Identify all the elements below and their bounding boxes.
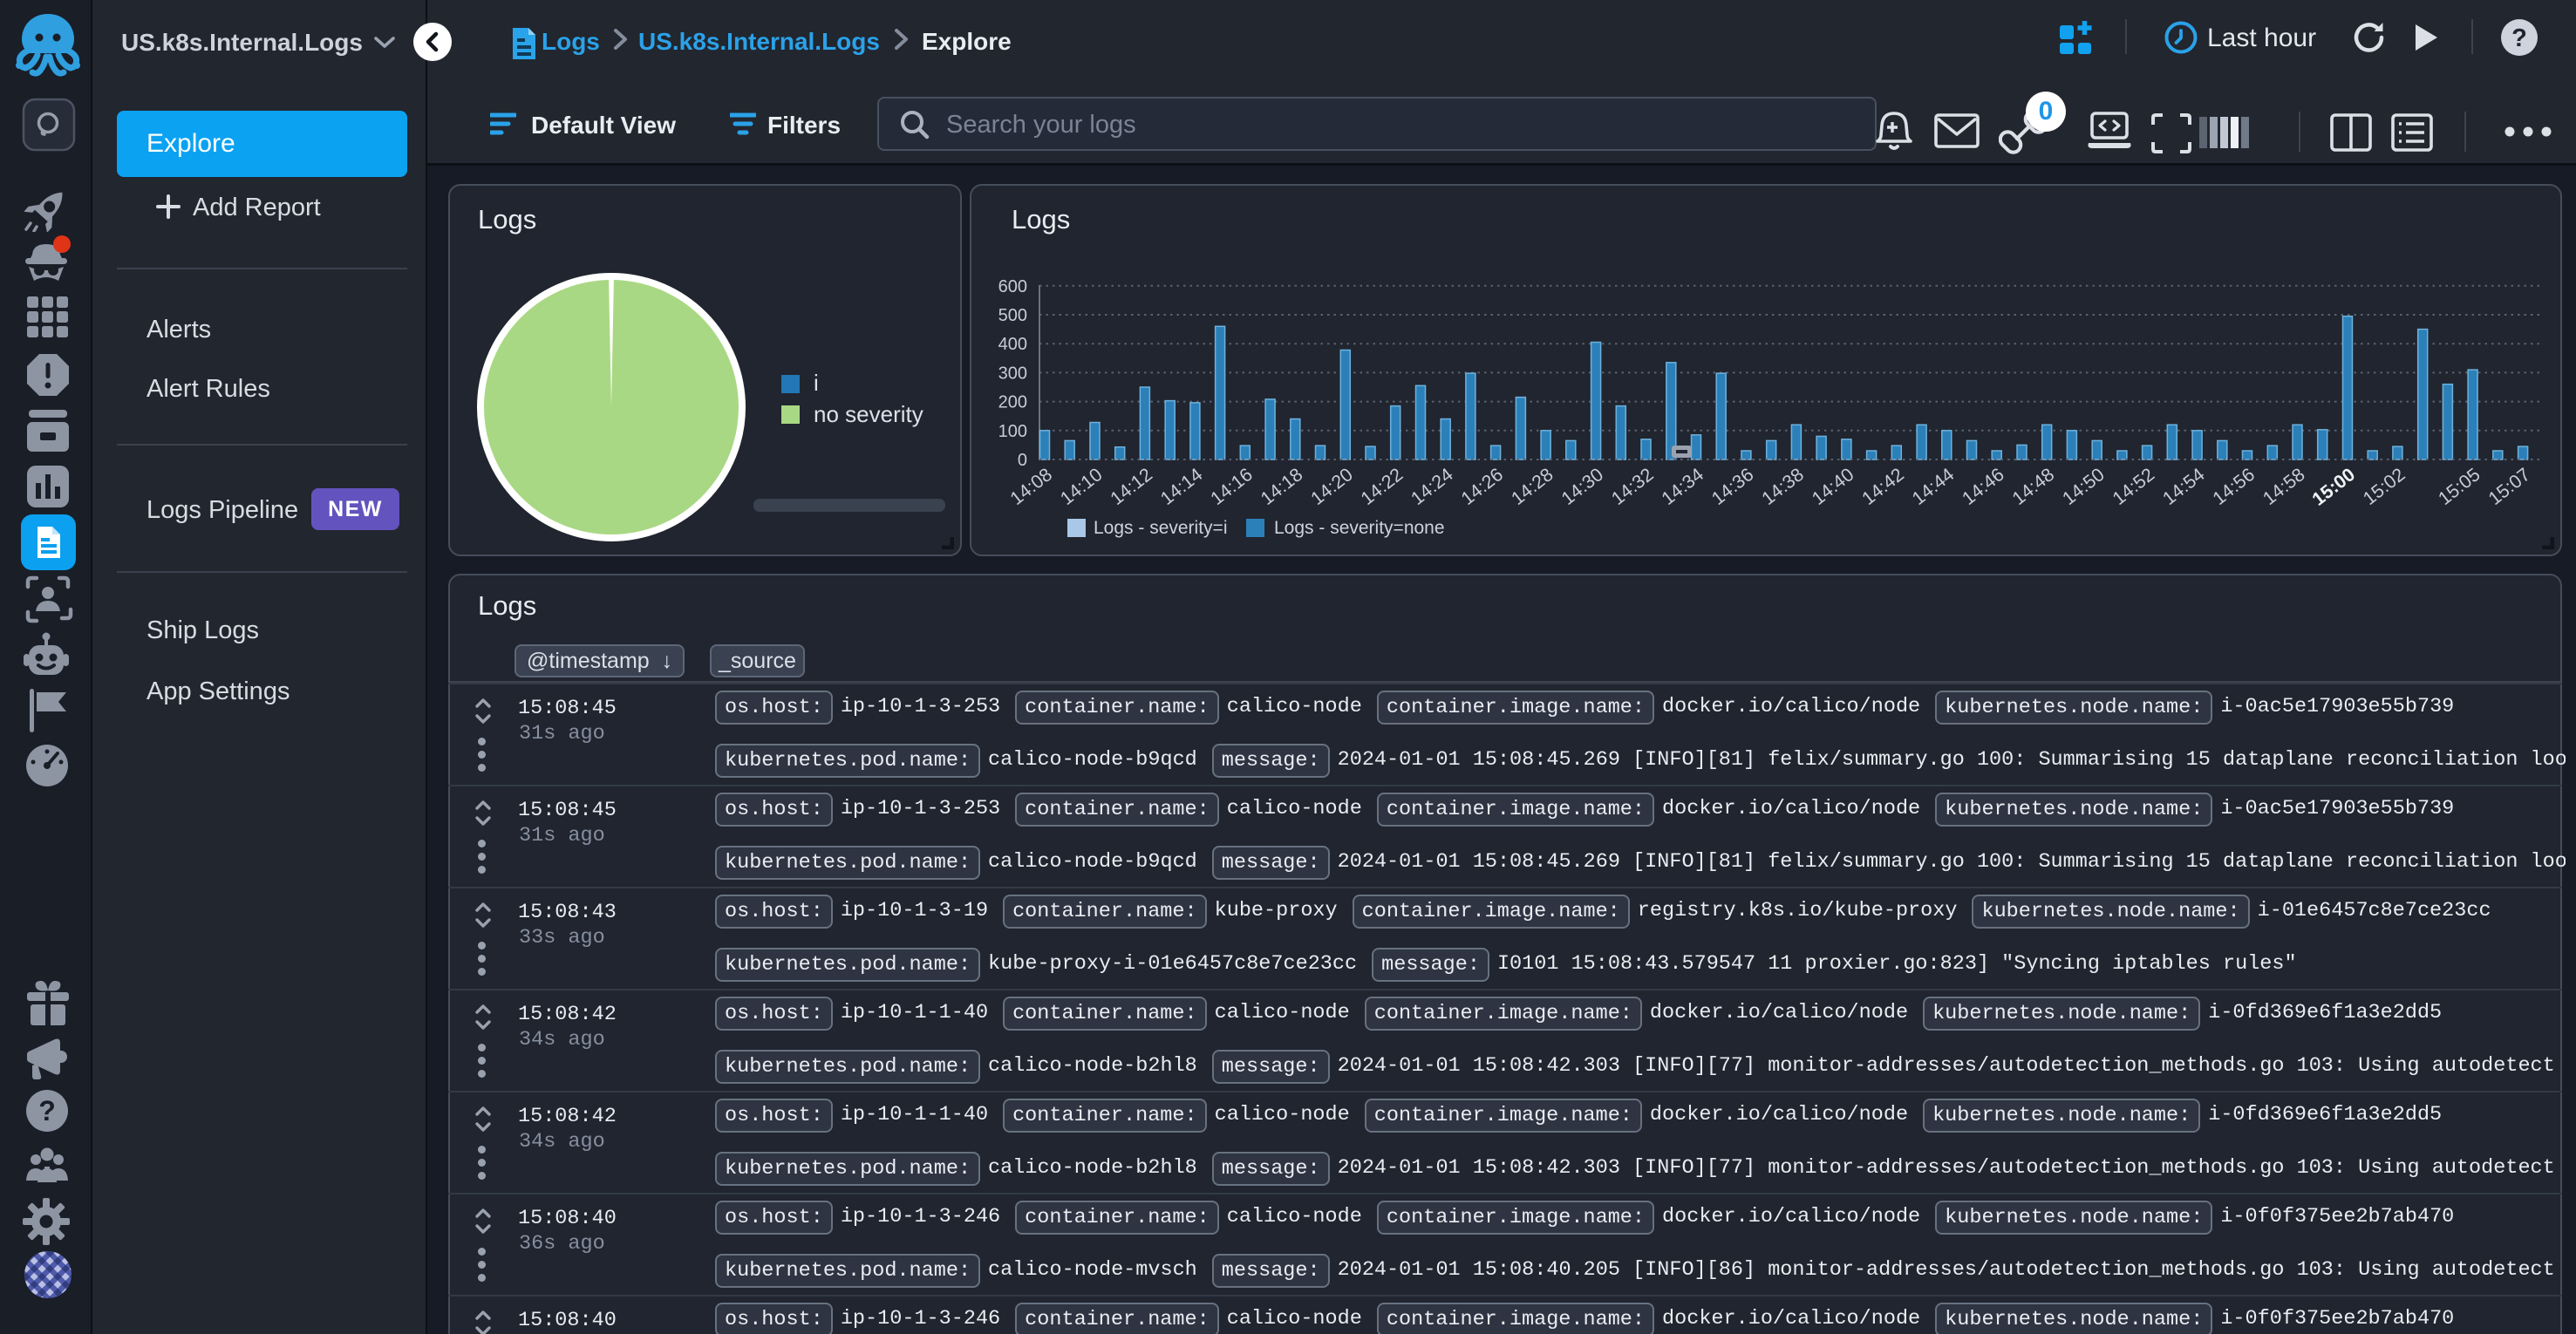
svg-text:0: 0 [1018,451,1027,470]
svg-text:15:07: 15:07 [2484,464,2534,509]
svg-text:15:05: 15:05 [2434,464,2484,509]
svg-text:14:30: 14:30 [1557,464,1607,509]
svg-text:14:32: 14:32 [1607,464,1657,509]
svg-text:?: ? [2511,24,2527,52]
svg-text:200: 200 [998,393,1027,412]
svg-text:14:38: 14:38 [1758,464,1808,509]
svg-text:14:26: 14:26 [1457,464,1507,509]
svg-text:14:28: 14:28 [1507,464,1557,509]
svg-text:400: 400 [998,335,1027,354]
svg-text:14:48: 14:48 [2008,464,2058,509]
svg-text:500: 500 [998,306,1027,325]
svg-text:15:00: 15:00 [2308,464,2359,510]
svg-text:300: 300 [998,364,1027,383]
svg-text:14:22: 14:22 [1357,464,1407,509]
svg-text:14:54: 14:54 [2158,464,2208,509]
svg-text:14:52: 14:52 [2109,464,2158,509]
svg-text:Logs - severity=i: Logs - severity=i [1094,518,1227,538]
svg-text:14:42: 14:42 [1858,464,1908,509]
svg-text:14:24: 14:24 [1407,464,1457,509]
svg-text:14:34: 14:34 [1658,464,1707,509]
svg-text:14:18: 14:18 [1257,464,1306,509]
svg-text:15:02: 15:02 [2359,464,2409,509]
svg-text:14:10: 14:10 [1056,464,1106,509]
svg-text:600: 600 [998,277,1027,296]
svg-text:14:08: 14:08 [1006,464,1056,509]
svg-text:14:16: 14:16 [1207,464,1257,509]
svg-text:14:58: 14:58 [2259,464,2308,509]
svg-text:?: ? [38,1095,56,1126]
svg-text:Logs - severity=none: Logs - severity=none [1274,518,1445,538]
svg-text:14:12: 14:12 [1107,464,1156,509]
svg-text:14:44: 14:44 [1908,464,1958,509]
svg-text:14:50: 14:50 [2059,464,2109,509]
svg-text:14:14: 14:14 [1156,464,1206,509]
svg-text:14:36: 14:36 [1707,464,1757,509]
svg-text:14:20: 14:20 [1307,464,1357,509]
svg-text:100: 100 [998,422,1027,441]
svg-text:14:40: 14:40 [1808,464,1857,509]
svg-text:14:46: 14:46 [1959,464,2008,509]
svg-text:14:56: 14:56 [2209,464,2259,509]
